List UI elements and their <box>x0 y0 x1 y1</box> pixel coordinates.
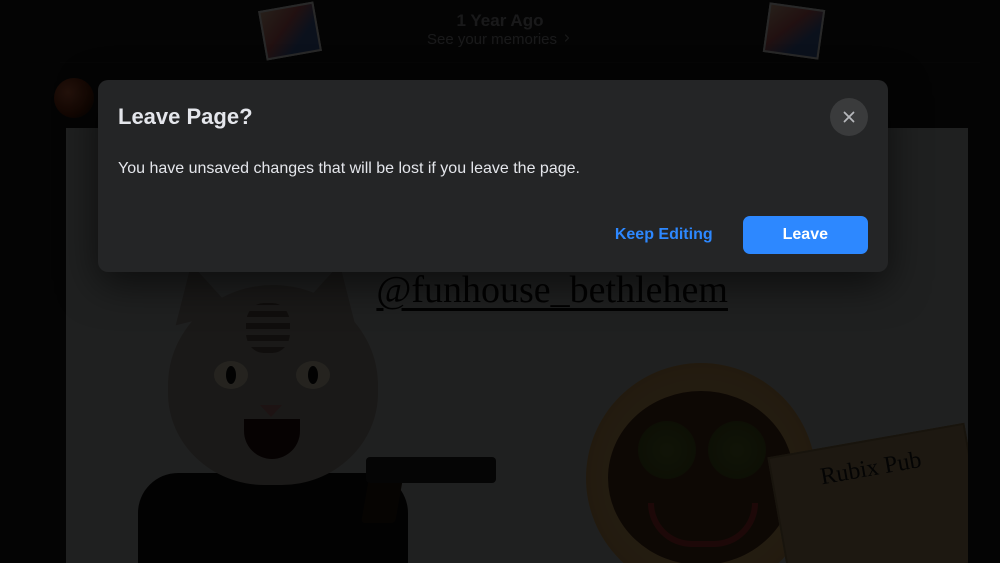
close-button[interactable] <box>830 98 868 136</box>
dialog-header: Leave Page? <box>118 98 868 136</box>
dialog-body-text: You have unsaved changes that will be lo… <box>118 158 868 180</box>
keep-editing-button[interactable]: Keep Editing <box>597 216 731 254</box>
leave-page-dialog: Leave Page? You have unsaved changes tha… <box>98 80 888 272</box>
dialog-title: Leave Page? <box>118 104 253 130</box>
app-stage: 1 Year Ago See your memories @funhouse_b… <box>0 0 1000 563</box>
leave-button[interactable]: Leave <box>743 216 868 254</box>
dialog-actions: Keep Editing Leave <box>118 216 868 254</box>
close-icon <box>840 108 858 126</box>
